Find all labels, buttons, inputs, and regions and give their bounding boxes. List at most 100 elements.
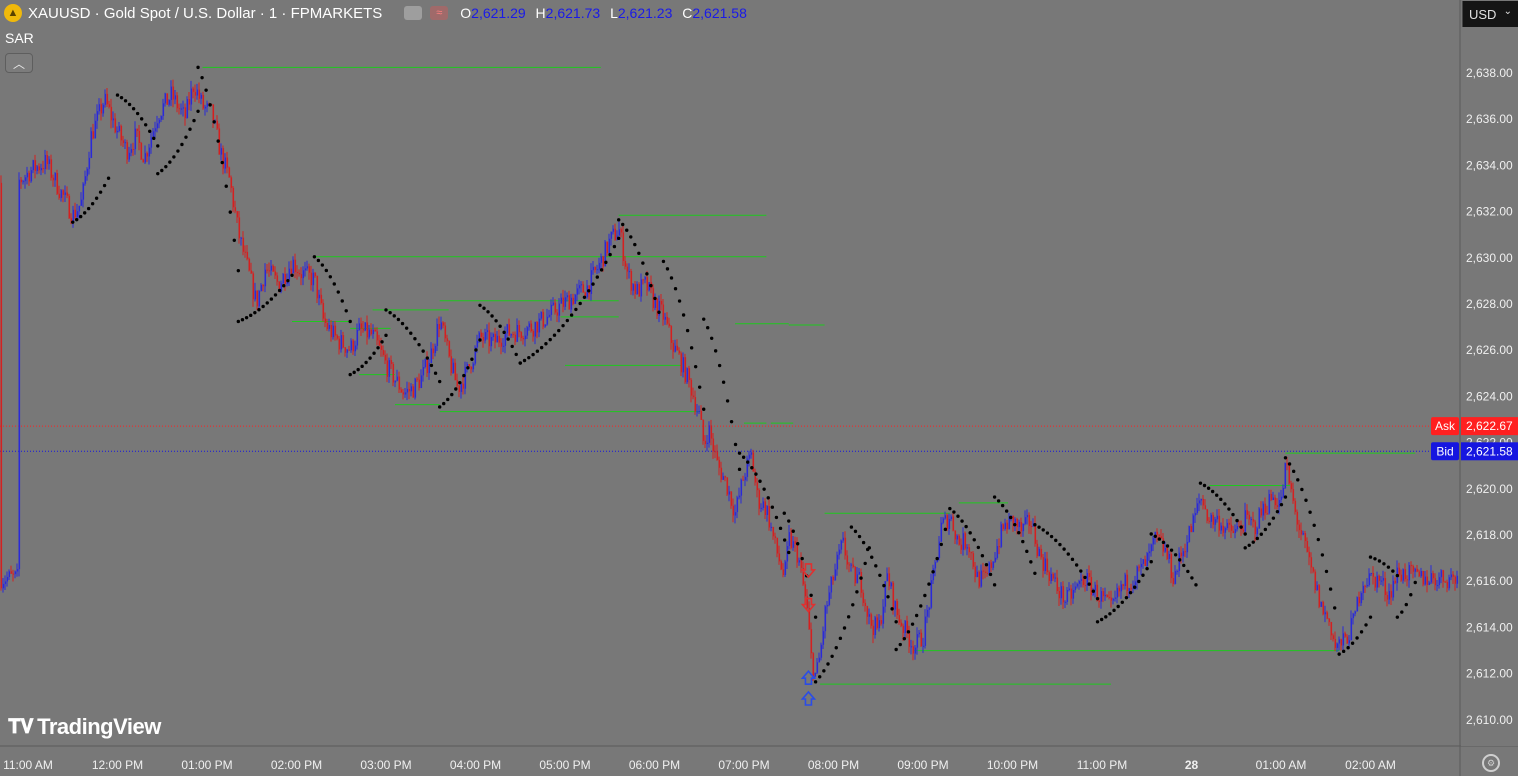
candle-body	[1174, 571, 1177, 584]
time-tick-label: 06:00 PM	[629, 758, 680, 772]
tradingview-logo[interactable]: 𝐓𝐕 TradingView	[8, 714, 161, 740]
sar-dot	[1149, 532, 1153, 536]
candle-body	[764, 501, 767, 515]
candle-body	[580, 284, 583, 286]
time-axis[interactable]: 11:00 AM 12:00 PM 01:00 PM 02:00 PM 03:00 PM…	[3, 758, 1396, 772]
sar-dot	[1341, 649, 1346, 654]
candle-body	[664, 316, 667, 320]
candle-body	[516, 325, 519, 342]
sar-dot	[388, 310, 392, 315]
candle-body	[634, 284, 637, 294]
candle-body	[134, 128, 137, 150]
time-tick-label: 11:00 PM	[1077, 758, 1127, 772]
candle-body	[1346, 636, 1349, 644]
sar-dot	[409, 331, 413, 335]
candle-body	[722, 476, 725, 480]
candle-body	[72, 209, 75, 223]
candle-body	[1002, 524, 1005, 530]
candle-body	[784, 561, 787, 575]
candle-body	[470, 366, 473, 370]
sar-dot	[813, 680, 818, 684]
time-tick-label: 28	[1185, 758, 1199, 772]
candle-body	[674, 345, 677, 352]
price-tick-label: 2,626.00	[1466, 343, 1513, 357]
candle-body	[824, 606, 827, 632]
sar-dot	[1255, 536, 1259, 541]
sar-dot	[1400, 610, 1404, 614]
price-axis[interactable]: 2,638.00 2,636.00 2,634.00 2,632.00 2,630.00…	[1431, 28, 1518, 746]
hide-icon[interactable]	[404, 6, 423, 20]
candle-body	[538, 318, 541, 333]
candle-body	[148, 147, 151, 157]
candle-body	[490, 337, 493, 347]
sar-dot	[1041, 528, 1045, 532]
sar-dot	[1124, 595, 1129, 600]
candle-body	[848, 564, 851, 566]
sar-dot	[1021, 539, 1025, 544]
candle-body	[138, 130, 141, 143]
sar-dot	[438, 379, 442, 384]
candle-body	[554, 302, 557, 313]
candle-body	[556, 312, 559, 316]
sar-dot	[595, 275, 599, 279]
candle-body	[1200, 498, 1203, 501]
sar-dot	[438, 405, 442, 409]
time-tick-label: 05:00 PM	[539, 758, 590, 772]
currency-dropdown[interactable]: USD ⌄	[1462, 1, 1518, 27]
sar-dot	[220, 160, 224, 165]
candle-body	[628, 271, 631, 273]
sar-dot	[1198, 481, 1203, 485]
candle-body	[1390, 591, 1393, 598]
sar-dot	[960, 519, 964, 523]
candle-body	[1156, 531, 1159, 535]
wave-icon[interactable]: ≈	[430, 6, 449, 20]
candle-body	[1388, 591, 1391, 600]
collapse-indicators-button[interactable]: ︿	[5, 53, 33, 73]
sar-dot	[919, 604, 923, 608]
candle-body	[838, 549, 841, 555]
sar-dot	[539, 345, 544, 350]
candle-body	[142, 159, 145, 163]
sar-dot	[535, 349, 540, 353]
candle-body	[606, 241, 609, 253]
candle-body	[292, 259, 295, 274]
sar-dot	[1013, 522, 1017, 527]
indicator-label[interactable]: SAR	[5, 30, 34, 46]
candle-body	[1360, 593, 1363, 604]
symbol-title[interactable]: XAUUSD · Gold Spot / U.S. Dollar · 1 · F…	[28, 5, 382, 22]
candle-body	[306, 266, 309, 269]
sar-dot	[1141, 573, 1145, 577]
sar-dot	[1271, 516, 1276, 520]
sar-dot	[212, 120, 216, 124]
candle-body	[1266, 513, 1269, 515]
settings-icon[interactable]: ⚙	[1482, 754, 1500, 772]
candle-body	[1326, 612, 1329, 619]
sar-dot	[115, 93, 120, 97]
candle-body	[480, 332, 483, 338]
candle-body	[1252, 519, 1255, 522]
candle-body	[644, 277, 647, 280]
sar-dot	[244, 315, 249, 320]
candle-body	[1102, 591, 1105, 597]
candle-body	[1244, 510, 1247, 532]
candle-body	[710, 425, 713, 439]
price-chart[interactable]: 2,638.00 2,636.00 2,634.00 2,632.00 2,630.00…	[0, 0, 1518, 776]
sar-dot	[490, 314, 494, 318]
candle-body	[1194, 513, 1197, 516]
candle-body	[2, 583, 5, 589]
candle-body	[618, 229, 621, 236]
high-key: H	[535, 5, 546, 21]
candle-body	[380, 345, 383, 350]
candle-body	[388, 360, 391, 377]
candle-body	[1064, 601, 1067, 603]
candle-body	[1234, 529, 1237, 534]
candle-body	[814, 672, 817, 677]
candle-body	[712, 438, 715, 452]
candle-body	[1192, 515, 1195, 533]
candle-body	[608, 238, 611, 253]
sar-dot	[1368, 555, 1373, 559]
sar-dot	[830, 654, 834, 659]
candle-body	[934, 562, 937, 569]
candle-body	[718, 459, 721, 468]
sar-dot	[665, 267, 670, 271]
